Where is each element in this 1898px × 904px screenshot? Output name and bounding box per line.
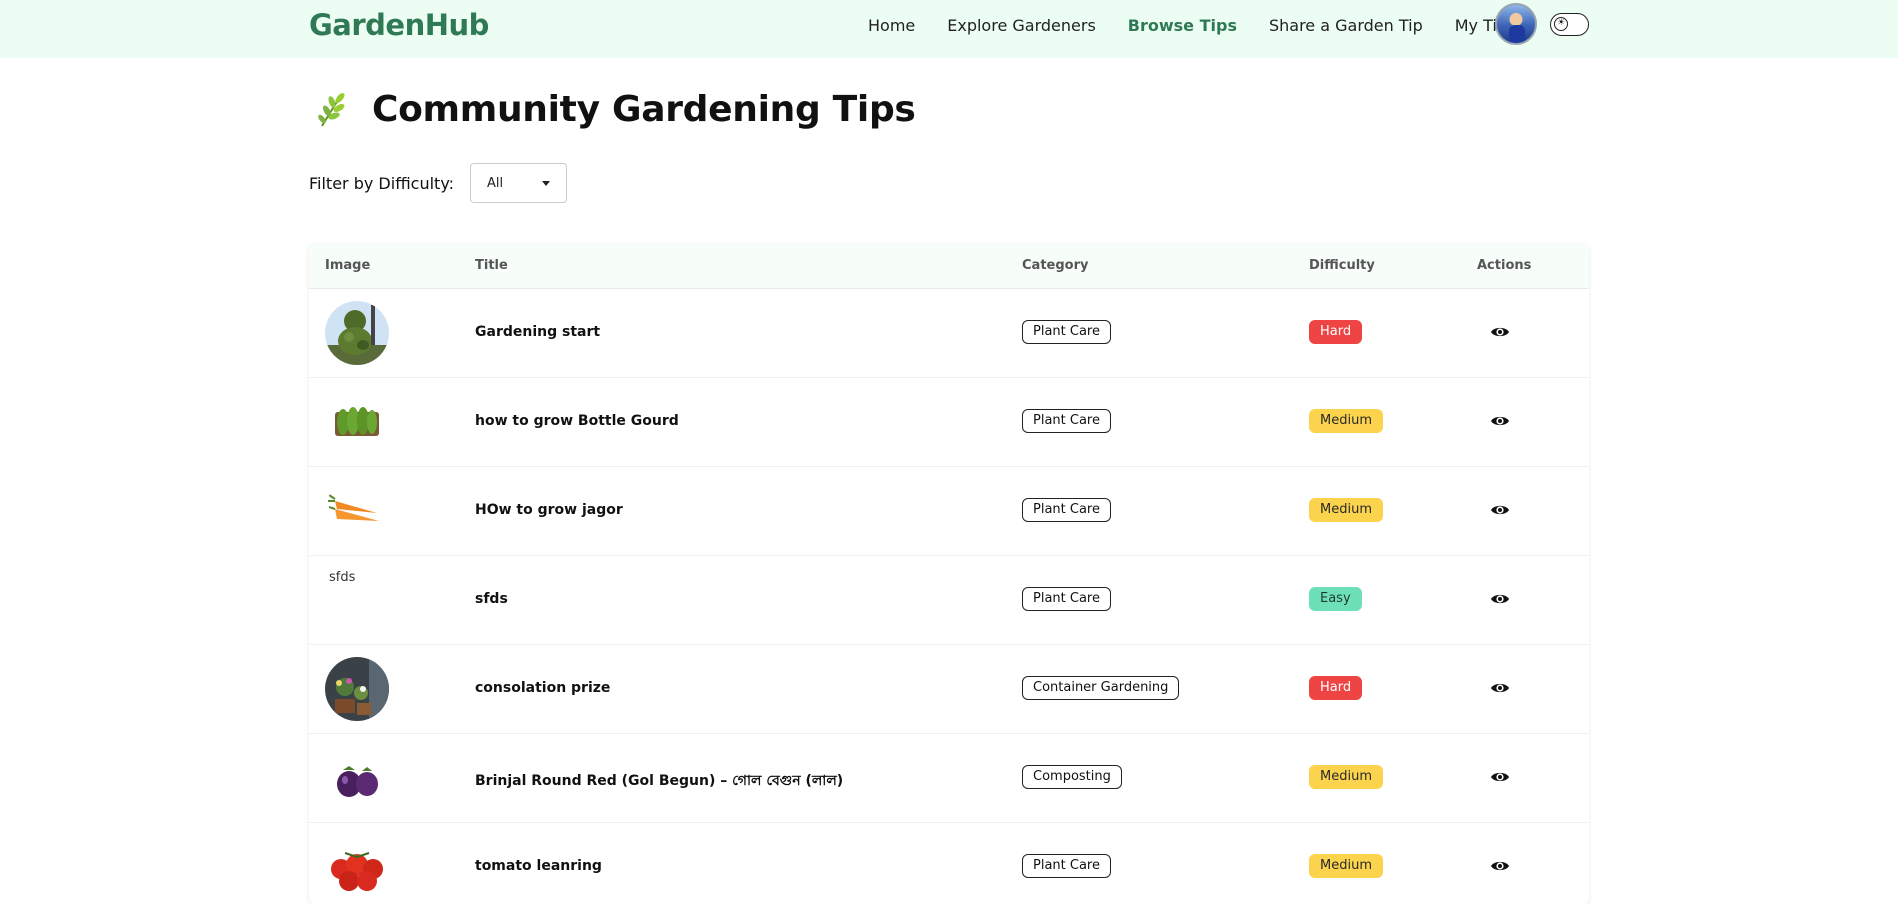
- difficulty-badge: Medium: [1309, 498, 1383, 522]
- brand-logo[interactable]: GardenHub: [309, 8, 489, 42]
- carrot-photo: [325, 479, 389, 543]
- broken-image: sfds: [329, 570, 356, 585]
- sun-icon: ☀: [1554, 17, 1568, 31]
- table-row: HOw to grow jagor Plant Care Medium: [309, 467, 1589, 556]
- tip-title: sfds: [475, 591, 508, 607]
- caret-down-icon: [542, 180, 551, 186]
- view-eye-icon[interactable]: [1490, 592, 1510, 606]
- column-header-category: Category: [1022, 258, 1089, 273]
- difficulty-badge: Easy: [1309, 587, 1362, 611]
- table-row: consolation prize Container Gardening Ha…: [309, 645, 1589, 734]
- table-row: Brinjal Round Red (Gol Begun) – গোল বেগু…: [309, 734, 1589, 823]
- table-row: Gardening start Plant Care Hard: [309, 289, 1589, 378]
- brinjal-photo: [325, 746, 389, 810]
- view-eye-icon[interactable]: [1490, 503, 1510, 517]
- view-eye-icon[interactable]: [1490, 859, 1510, 873]
- column-header-title: Title: [475, 258, 508, 273]
- user-avatar[interactable]: [1495, 3, 1537, 45]
- difficulty-badge: Medium: [1309, 765, 1383, 789]
- page-heading: Community Gardening Tips: [312, 88, 916, 130]
- nav-link-home[interactable]: Home: [868, 15, 915, 37]
- difficulty-badge: Medium: [1309, 854, 1383, 878]
- tip-title: Brinjal Round Red (Gol Begun) – গোল বেগু…: [475, 773, 844, 789]
- column-header-actions: Actions: [1477, 258, 1532, 273]
- nav-link-browse-tips[interactable]: Browse Tips: [1128, 15, 1237, 37]
- topiary-photo: [325, 301, 389, 365]
- tomato-photo: [325, 835, 389, 899]
- difficulty-select[interactable]: All: [470, 163, 568, 203]
- tip-title: consolation prize: [475, 680, 611, 696]
- table-row: tomato leanring Plant Care Medium: [309, 823, 1589, 904]
- page-title: Community Gardening Tips: [372, 88, 916, 130]
- category-badge: Composting: [1022, 765, 1122, 789]
- table-row: sfds sfds Plant Care Easy: [309, 556, 1589, 645]
- category-badge: Plant Care: [1022, 320, 1111, 344]
- view-eye-icon[interactable]: [1490, 414, 1510, 428]
- category-badge: Plant Care: [1022, 409, 1111, 433]
- difficulty-badge: Hard: [1309, 676, 1363, 700]
- view-eye-icon[interactable]: [1490, 681, 1510, 695]
- column-header-difficulty: Difficulty: [1309, 258, 1375, 273]
- difficulty-select-value: All: [487, 175, 504, 191]
- difficulty-filter: Filter by Difficulty: All: [309, 163, 568, 203]
- table-header: Image Title Category Difficulty Actions: [309, 244, 1589, 289]
- tip-title: tomato leanring: [475, 858, 602, 874]
- view-eye-icon[interactable]: [1490, 325, 1510, 339]
- filter-label: Filter by Difficulty:: [309, 173, 455, 193]
- category-badge: Plant Care: [1022, 854, 1111, 878]
- difficulty-badge: Hard: [1309, 320, 1363, 344]
- column-header-image: Image: [325, 258, 371, 273]
- difficulty-badge: Medium: [1309, 409, 1383, 433]
- nav-links: Home Explore Gardeners Browse Tips Share…: [868, 15, 1547, 37]
- tip-title: HOw to grow jagor: [475, 502, 623, 518]
- tips-table: Image Title Category Difficulty Actions …: [309, 244, 1589, 904]
- nav-link-explore-gardeners[interactable]: Explore Gardeners: [947, 15, 1096, 37]
- tip-title: how to grow Bottle Gourd: [475, 413, 679, 429]
- tip-title: Gardening start: [475, 324, 601, 340]
- category-badge: Plant Care: [1022, 587, 1111, 611]
- view-eye-icon[interactable]: [1490, 770, 1510, 784]
- leaf-icon: [318, 93, 345, 127]
- category-badge: Container Gardening: [1022, 676, 1180, 700]
- bottle-gourd-photo: [325, 390, 389, 454]
- nav-link-share-tip[interactable]: Share a Garden Tip: [1269, 15, 1423, 37]
- theme-toggle[interactable]: ☀: [1550, 13, 1589, 36]
- category-badge: Plant Care: [1022, 498, 1111, 522]
- flower-pots-photo: [325, 657, 389, 721]
- navbar: GardenHub Home Explore Gardeners Browse …: [0, 0, 1898, 58]
- table-row: how to grow Bottle Gourd Plant Care Medi…: [309, 378, 1589, 467]
